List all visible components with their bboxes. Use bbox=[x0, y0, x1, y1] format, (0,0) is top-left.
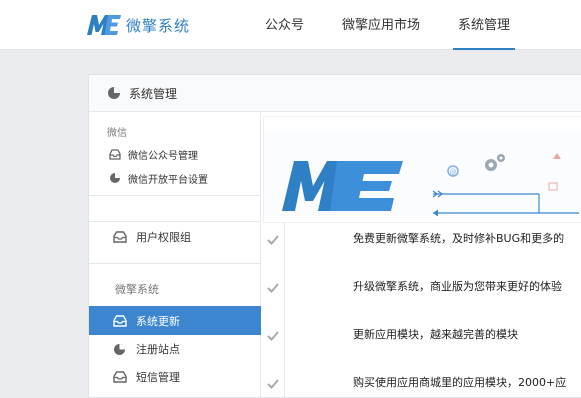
sidebar-group-wechat: 微信 bbox=[107, 128, 127, 139]
brand-logo[interactable]: 微擎系统 bbox=[86, 12, 190, 38]
feature-text: 购买使用应用商城里的应用模块，2000+应 bbox=[353, 376, 567, 389]
feature-text: 升级微擎系统，商业版为您带来更好的体验 bbox=[353, 280, 562, 293]
feature-text: 更新应用模块，越来越完善的模块 bbox=[353, 328, 518, 341]
main-nav: 公众号 微擎应用市场 系统管理 bbox=[246, 0, 529, 50]
nav-item-app-market[interactable]: 微擎应用市场 bbox=[323, 0, 439, 50]
me-logo-icon bbox=[282, 161, 403, 211]
panel-title: 系统管理 bbox=[129, 86, 178, 101]
nav-item-gongzhonghao[interactable]: 公众号 bbox=[246, 0, 323, 50]
pie-chart-icon bbox=[108, 87, 120, 99]
list-item: 升级微擎系统，商业版为您带来更好的体验 bbox=[261, 271, 581, 319]
sidebar-divider bbox=[89, 221, 261, 222]
nav-item-system-management[interactable]: 系统管理 bbox=[439, 0, 529, 50]
sidebar: 微信 微信公众号管理 微信开放平台设置 用户权限组 微擎系统 系统更新 注册站点… bbox=[89, 112, 261, 397]
sidebar-item-label: 用户权限组 bbox=[136, 231, 191, 244]
list-item: 更新应用模块，越来越完善的模块 bbox=[261, 319, 581, 367]
me-logo-icon bbox=[87, 15, 121, 35]
sidebar-divider bbox=[89, 263, 261, 264]
check-icon bbox=[267, 379, 279, 389]
sidebar-item-system-update[interactable]: 系统更新 bbox=[89, 306, 261, 335]
check-icon bbox=[267, 331, 279, 341]
sidebar-group-system: 微擎系统 bbox=[115, 283, 159, 296]
update-flow-illustration: @ bbox=[432, 153, 579, 217]
top-navbar: 微擎系统 公众号 微擎应用市场 系统管理 bbox=[0, 0, 581, 50]
svg-text:@: @ bbox=[450, 168, 457, 176]
list-item: 购买使用应用商城里的应用模块，2000+应 bbox=[261, 367, 581, 398]
inbox-icon bbox=[113, 314, 127, 327]
feature-text: 免费更新微擎系统，及时修补BUG和更多的 bbox=[353, 232, 565, 245]
inbox-icon bbox=[109, 148, 121, 160]
check-icon bbox=[267, 235, 279, 245]
feature-list: 免费更新微擎系统，及时修补BUG和更多的 升级微擎系统，商业版为您带来更好的体验… bbox=[261, 223, 581, 397]
inbox-icon bbox=[113, 371, 127, 383]
sidebar-item-register-site[interactable]: 注册站点 bbox=[89, 337, 261, 361]
check-icon bbox=[267, 283, 279, 293]
sidebar-item-label: 微信公众号管理 bbox=[128, 150, 198, 162]
sidebar-item-wechat-accounts[interactable]: 微信公众号管理 bbox=[89, 145, 261, 163]
list-item: 免费更新微擎系统，及时修补BUG和更多的 bbox=[261, 223, 581, 271]
sidebar-item-label: 注册站点 bbox=[136, 343, 180, 356]
panel-header: 系统管理 bbox=[89, 75, 581, 112]
sidebar-item-sms-management[interactable]: 短信管理 bbox=[89, 365, 261, 389]
brand-name: 微擎系统 bbox=[126, 16, 191, 35]
sidebar-item-label: 短信管理 bbox=[136, 371, 180, 384]
inbox-icon bbox=[113, 231, 127, 243]
update-banner: @ bbox=[263, 116, 581, 223]
content-area: @ 免费更新微擎系统，及时修补BUG和更多的 升级微擎系统，商业版为您带来更好的… bbox=[261, 112, 581, 397]
sidebar-item-label: 微信开放平台设置 bbox=[128, 174, 208, 186]
sidebar-divider bbox=[89, 195, 261, 196]
main-panel: 系统管理 微信 微信公众号管理 微信开放平台设置 用户权限组 微擎系统 系统更新… bbox=[88, 74, 581, 398]
sidebar-item-user-permissions[interactable]: 用户权限组 bbox=[89, 225, 261, 249]
pie-chart-icon bbox=[110, 173, 120, 183]
sidebar-item-label: 系统更新 bbox=[136, 314, 180, 328]
pie-chart-icon bbox=[114, 343, 125, 355]
sidebar-item-open-platform[interactable]: 微信开放平台设置 bbox=[89, 169, 261, 187]
